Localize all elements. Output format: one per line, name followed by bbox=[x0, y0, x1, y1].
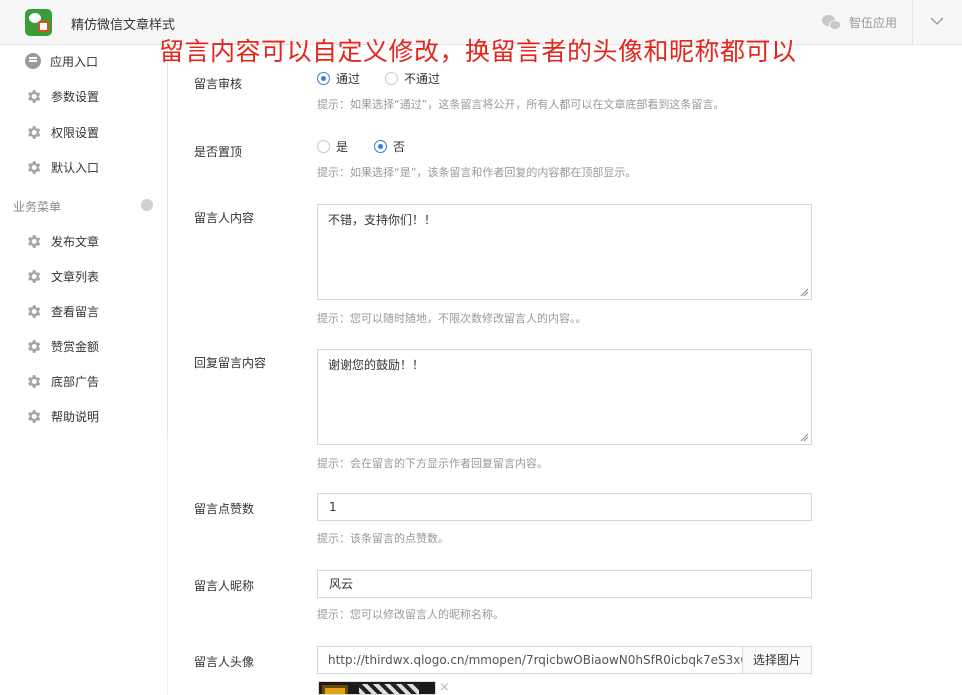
comment-hint: 提示：您可以随时随地，不限次数修改留言人的内容。。 bbox=[317, 312, 587, 325]
sidebar-lower bbox=[0, 437, 168, 695]
radio-checked-icon bbox=[317, 72, 330, 85]
sidebar-item-help[interactable]: 帮助说明 bbox=[25, 406, 99, 426]
app-switcher-label: 智伍应用 bbox=[849, 16, 898, 30]
nickname-input[interactable]: 风云 bbox=[317, 570, 812, 598]
sidebar-item-label: 底部广告 bbox=[51, 374, 100, 389]
sidebar-section-label: 业务菜单 bbox=[13, 200, 62, 214]
sidebar-item-app-entry[interactable]: 应用入口 bbox=[25, 51, 98, 71]
sidebar-item-label: 文章列表 bbox=[51, 269, 100, 284]
gear-icon bbox=[28, 89, 41, 103]
resize-grip-icon[interactable] bbox=[800, 433, 809, 442]
radio-label: 不通过 bbox=[404, 72, 441, 86]
nickname-hint: 提示：您可以修改留言人的昵称名称。 bbox=[317, 608, 504, 621]
chevron-down-icon[interactable] bbox=[930, 14, 944, 28]
sidebar-item-publish[interactable]: 发布文章 bbox=[25, 231, 99, 251]
sidebar-item-label: 默认入口 bbox=[51, 160, 100, 175]
gear-icon bbox=[28, 304, 41, 318]
comment-textarea[interactable]: 不错，支持你们！！ bbox=[317, 204, 812, 300]
radio-label: 通过 bbox=[336, 72, 361, 86]
avatar-thumbnail bbox=[318, 681, 436, 695]
gear-icon bbox=[28, 409, 41, 423]
comment-text: 不错，支持你们！！ bbox=[328, 213, 437, 227]
sidebar-item-label: 查看留言 bbox=[51, 304, 100, 319]
pinned-hint: 提示：如果选择“是”，该条留言和作者回复的内容都在顶部显示。 bbox=[317, 166, 637, 179]
reply-textarea[interactable]: 谢谢您的鼓励！！ bbox=[317, 349, 812, 445]
nickname-label: 留言人昵称 bbox=[194, 579, 255, 593]
reply-text: 谢谢您的鼓励！！ bbox=[328, 358, 425, 372]
app-logo-icon bbox=[25, 9, 52, 36]
likes-input[interactable]: 1 bbox=[317, 493, 812, 521]
review-hint: 提示：如果选择“通过”，这条留言将公开，所有人都可以在文章底部看到这条留言。 bbox=[317, 98, 725, 111]
radio-label: 是 bbox=[336, 140, 349, 154]
likes-hint: 提示：该条留言的点赞数。 bbox=[317, 532, 449, 545]
wechat-icon bbox=[822, 14, 842, 31]
likes-label: 留言点赞数 bbox=[194, 502, 255, 516]
annotation-banner: 留言内容可以自定义修改，换留言者的头像和昵称都可以 bbox=[159, 37, 797, 66]
review-label: 留言审核 bbox=[194, 77, 243, 91]
sidebar-item-bottom-ad[interactable]: 底部广告 bbox=[25, 371, 99, 391]
radio-label: 否 bbox=[393, 140, 406, 154]
review-option-fail[interactable]: 不通过 bbox=[385, 70, 440, 87]
pick-image-button[interactable]: 选择图片 bbox=[742, 646, 812, 674]
gear-icon bbox=[28, 234, 41, 248]
avatar-url-input[interactable]: http://thirdwx.qlogo.cn/mmopen/7rqicbwOB… bbox=[317, 646, 743, 674]
app-switcher[interactable]: 智伍应用 bbox=[822, 14, 897, 31]
radio-unchecked-icon bbox=[385, 72, 398, 85]
sidebar-item-label: 发布文章 bbox=[51, 234, 100, 249]
reply-hint: 提示：会在留言的下方显示作者回复留言内容。 bbox=[317, 457, 548, 470]
sidebar-item-label: 帮助说明 bbox=[51, 409, 100, 424]
pinned-option-no[interactable]: 否 bbox=[374, 138, 405, 155]
sidebar-item-permissions[interactable]: 权限设置 bbox=[25, 122, 99, 142]
reply-label: 回复留言内容 bbox=[194, 356, 267, 370]
sidebar-item-default-entry[interactable]: 默认入口 bbox=[25, 157, 99, 177]
sidebar-item-tips[interactable]: 赞赏金额 bbox=[25, 336, 99, 356]
pinned-option-yes[interactable]: 是 bbox=[317, 138, 348, 155]
app-title: 精仿微信文章样式 bbox=[71, 18, 176, 33]
sidebar-item-label: 权限设置 bbox=[51, 125, 100, 140]
gear-icon bbox=[28, 374, 41, 388]
radio-unchecked-icon bbox=[317, 140, 330, 153]
resize-grip-icon[interactable] bbox=[800, 288, 809, 297]
gear-icon bbox=[28, 269, 41, 283]
remove-image-icon[interactable]: × bbox=[439, 681, 450, 694]
sidebar-item-article-list[interactable]: 文章列表 bbox=[25, 266, 99, 286]
radio-checked-icon bbox=[374, 140, 387, 153]
sidebar-item-label: 参数设置 bbox=[51, 89, 100, 104]
section-collapse-icon[interactable] bbox=[141, 199, 153, 211]
top-divider bbox=[912, 0, 913, 45]
pinned-label: 是否置顶 bbox=[194, 145, 243, 159]
review-option-pass[interactable]: 通过 bbox=[317, 70, 360, 87]
gear-icon bbox=[28, 125, 41, 139]
avatar-label: 留言人头像 bbox=[194, 655, 255, 669]
sidebar-item-params[interactable]: 参数设置 bbox=[25, 86, 99, 106]
sidebar-item-label: 应用入口 bbox=[50, 54, 99, 69]
gear-icon bbox=[28, 160, 41, 174]
comment-label: 留言人内容 bbox=[194, 211, 255, 225]
sidebar-item-label: 赞赏金额 bbox=[51, 339, 100, 354]
chat-bubble-icon bbox=[25, 53, 41, 69]
sidebar-item-comments[interactable]: 查看留言 bbox=[25, 301, 99, 321]
gear-icon bbox=[28, 339, 41, 353]
